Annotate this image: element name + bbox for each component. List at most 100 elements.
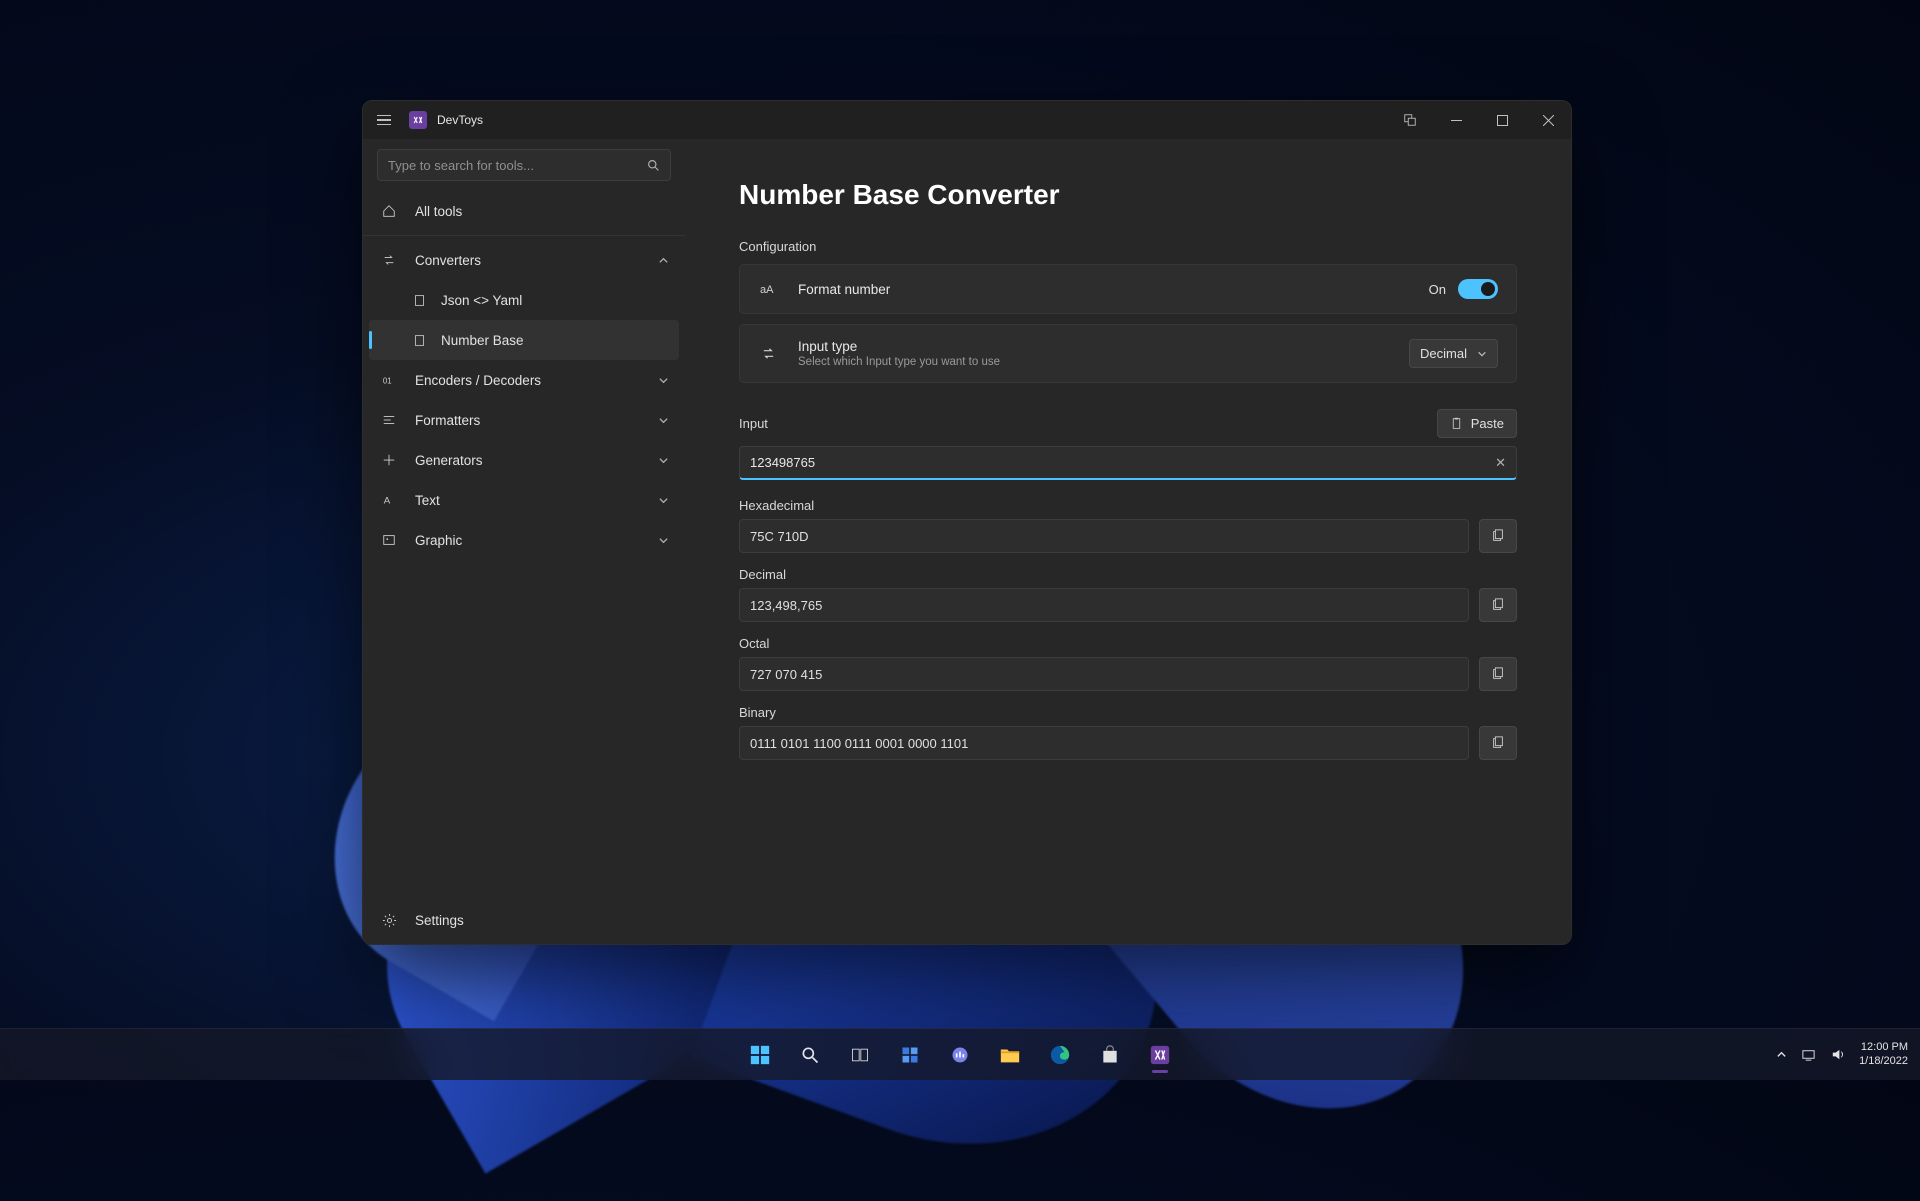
copy-octal-button[interactable] — [1479, 657, 1517, 691]
decimal-output[interactable]: 123,498,765 — [739, 588, 1469, 622]
search-box[interactable] — [377, 149, 671, 181]
taskbar-edge[interactable] — [1039, 1034, 1081, 1076]
nav-generators[interactable]: Generators — [363, 440, 685, 480]
typography-icon: aA — [758, 281, 778, 297]
gear-icon — [379, 913, 399, 928]
nav-all-tools[interactable]: All tools — [363, 191, 685, 231]
hamburger-menu-button[interactable] — [373, 109, 395, 131]
svg-text:01: 01 — [383, 377, 392, 386]
page-icon — [409, 294, 429, 307]
app-icon — [409, 111, 427, 129]
pin-window-button[interactable] — [1387, 101, 1433, 139]
time-text: 12:00 PM — [1859, 1041, 1908, 1055]
svg-text:aA: aA — [760, 284, 774, 296]
input-field[interactable]: ✕ — [739, 446, 1517, 480]
nav-text[interactable]: A Text — [363, 480, 685, 520]
nav-number-base[interactable]: Number Base — [369, 320, 679, 360]
nav-label: Settings — [415, 913, 464, 928]
copy-binary-button[interactable] — [1479, 726, 1517, 760]
nav-formatters[interactable]: Formatters — [363, 400, 685, 440]
nav-label: Number Base — [441, 333, 524, 348]
nav-json-yaml[interactable]: Json <> Yaml — [363, 280, 685, 320]
image-icon — [379, 533, 399, 547]
chevron-down-icon — [658, 415, 669, 426]
taskbar-devtoys[interactable] — [1139, 1034, 1181, 1076]
align-icon — [379, 413, 399, 427]
nav-encoders[interactable]: 01 Encoders / Decoders — [363, 360, 685, 400]
toggle-state-label: On — [1429, 282, 1446, 297]
taskbar[interactable]: 12:00 PM 1/18/2022 — [0, 1028, 1920, 1080]
clipboard-icon — [1450, 417, 1463, 430]
chevron-down-icon — [658, 455, 669, 466]
volume-icon[interactable] — [1830, 1047, 1845, 1062]
copy-decimal-button[interactable] — [1479, 588, 1517, 622]
devtoys-window: DevToys All tools Converters — [362, 100, 1572, 945]
input-type-dropdown[interactable]: Decimal — [1409, 339, 1498, 368]
taskbar-clock[interactable]: 12:00 PM 1/18/2022 — [1859, 1041, 1908, 1069]
decimal-label: Decimal — [739, 567, 1517, 582]
taskbar-chat[interactable] — [939, 1034, 981, 1076]
taskbar-taskview[interactable] — [839, 1034, 881, 1076]
nav-label: Graphic — [415, 533, 462, 548]
titlebar: DevToys — [363, 101, 1571, 139]
copy-icon — [1491, 598, 1505, 612]
nav-label: Text — [415, 493, 440, 508]
close-button[interactable] — [1525, 101, 1571, 139]
chevron-down-icon — [658, 375, 669, 386]
swap-icon — [379, 253, 399, 267]
text-icon: A — [379, 493, 399, 507]
page-title: Number Base Converter — [739, 179, 1517, 211]
paste-label: Paste — [1471, 416, 1504, 431]
nav-converters[interactable]: Converters — [363, 240, 685, 280]
input-label: Input — [739, 416, 768, 431]
tray-chevron-icon[interactable] — [1776, 1049, 1787, 1060]
hex-output[interactable]: 75C 710D — [739, 519, 1469, 553]
nav-label: Json <> Yaml — [441, 293, 522, 308]
nav-settings[interactable]: Settings — [363, 896, 685, 944]
svg-text:A: A — [384, 496, 391, 507]
search-input[interactable] — [388, 158, 647, 173]
nav-label: Converters — [415, 253, 481, 268]
chevron-up-icon — [658, 255, 669, 266]
input-type-card: Input type Select which Input type you w… — [739, 324, 1517, 383]
system-tray[interactable]: 12:00 PM 1/18/2022 — [1776, 1041, 1908, 1069]
nav-label: Encoders / Decoders — [415, 373, 541, 388]
paste-button[interactable]: Paste — [1437, 409, 1517, 438]
copy-icon — [1491, 529, 1505, 543]
page-icon — [409, 334, 429, 347]
nav-label: Generators — [415, 453, 483, 468]
taskbar-widgets[interactable] — [889, 1034, 931, 1076]
binary-output[interactable]: 0111 0101 1100 0111 0001 0000 1101 — [739, 726, 1469, 760]
taskbar-explorer[interactable] — [989, 1034, 1031, 1076]
taskbar-store[interactable] — [1089, 1034, 1131, 1076]
copy-hex-button[interactable] — [1479, 519, 1517, 553]
start-button[interactable] — [739, 1034, 781, 1076]
network-icon[interactable] — [1801, 1047, 1816, 1062]
format-number-card: aA Format number On — [739, 264, 1517, 314]
taskbar-search[interactable] — [789, 1034, 831, 1076]
app-title: DevToys — [437, 113, 483, 127]
format-number-toggle[interactable] — [1458, 279, 1498, 299]
binary-label: Binary — [739, 705, 1517, 720]
nav-graphic[interactable]: Graphic — [363, 520, 685, 560]
binary-icon: 01 — [379, 373, 399, 387]
octal-output[interactable]: 727 070 415 — [739, 657, 1469, 691]
minimize-button[interactable] — [1433, 101, 1479, 139]
octal-label: Octal — [739, 636, 1517, 651]
configuration-label: Configuration — [739, 239, 1517, 254]
sparkle-icon — [379, 453, 399, 467]
clear-input-button[interactable]: ✕ — [1495, 455, 1506, 471]
input-value[interactable] — [750, 455, 1495, 470]
nav-label: All tools — [415, 204, 462, 219]
copy-icon — [1491, 667, 1505, 681]
sidebar: All tools Converters Json <> Yaml Number… — [363, 139, 685, 944]
hex-label: Hexadecimal — [739, 498, 1517, 513]
search-icon — [647, 159, 660, 172]
maximize-button[interactable] — [1479, 101, 1525, 139]
input-type-sublabel: Select which Input type you want to use — [798, 356, 1409, 368]
swap-arrows-icon — [758, 346, 778, 361]
copy-icon — [1491, 736, 1505, 750]
content-area: Number Base Converter Configuration aA F… — [685, 139, 1571, 944]
format-number-label: Format number — [798, 282, 1429, 297]
chevron-down-icon — [658, 535, 669, 546]
